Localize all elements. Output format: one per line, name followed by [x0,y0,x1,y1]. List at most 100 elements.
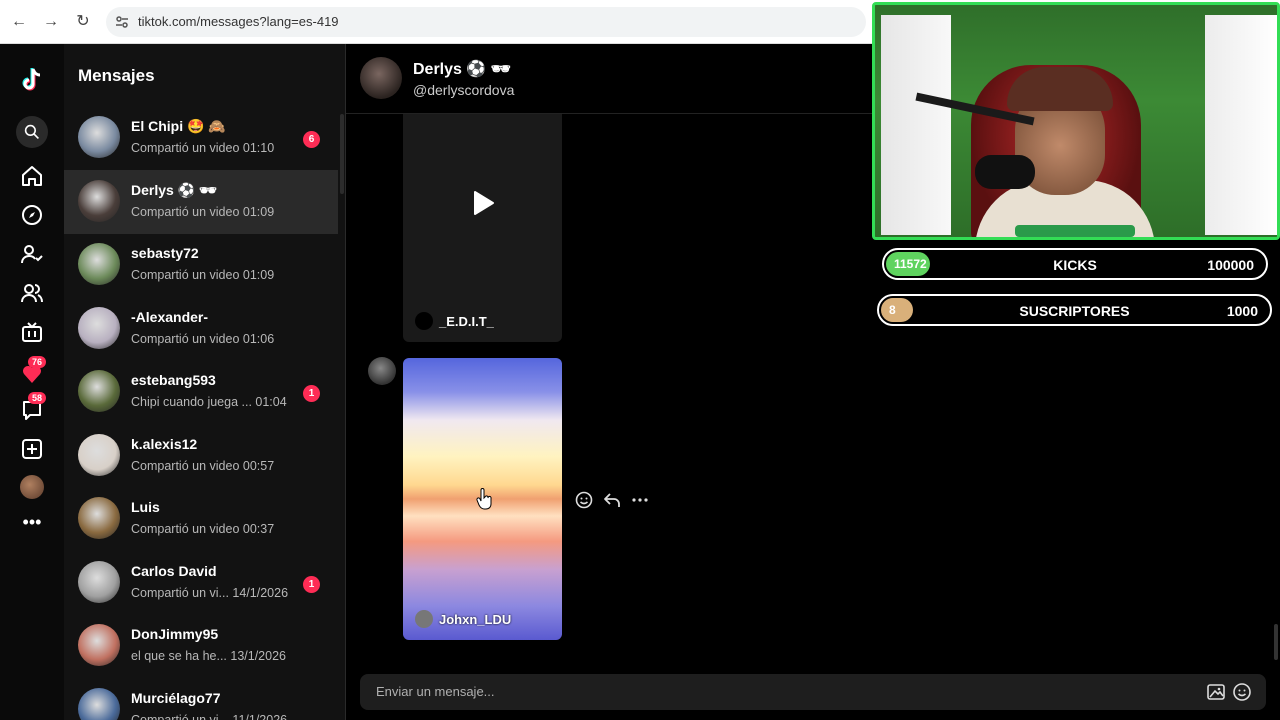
video-author-avatar [415,312,433,330]
activity-button[interactable]: 76 [20,356,47,386]
activity-badge: 76 [28,356,47,368]
image-attach-icon[interactable] [1206,682,1226,702]
message-sender-avatar[interactable] [368,357,396,385]
conversation-preview: Compartió un video 00:57 [131,459,275,473]
webcam-overlay [872,2,1280,240]
following-icon[interactable] [20,242,44,266]
home-icon[interactable] [20,164,44,188]
conversation-preview: Chipi cuando juega ... 01:04 [131,395,287,409]
subscribers-goal-label: SUSCRIPTORES [1019,303,1130,319]
inbox-button[interactable]: 58 [20,392,47,422]
conversation-name: DonJimmy95 [131,626,219,642]
conversation-name: Murciélago77 [131,690,221,706]
conversation-avatar [78,434,120,476]
conversation-name: estebang593 [131,372,216,388]
profile-avatar[interactable] [20,475,44,499]
message-actions [574,490,654,510]
explore-compass-icon[interactable] [20,203,44,227]
conversation-avatar [78,243,120,285]
emoji-icon[interactable] [1232,682,1252,702]
webcam-frame-accent [1015,225,1135,237]
conversation-name: Carlos David [131,563,217,579]
conversation-avatar [78,688,120,720]
conversation-name: sebasty72 [131,245,199,261]
conversation-item[interactable]: sebasty72 Compartió un video 01:09 [64,233,338,297]
url-text: tiktok.com/messages?lang=es-419 [138,14,339,29]
conversation-name: El Chipi 🤩 🙈 [131,118,226,134]
conversation-preview: Compartió un video 01:10 [131,141,275,155]
conversation-preview: Compartió un video 01:09 [131,205,275,219]
conversation-item[interactable]: -Alexander- Compartió un video 01:06 [64,297,338,361]
conversation-preview: el que se ha he... 13/1/2026 [131,649,286,663]
conversation-list: Mensajes El Chipi 🤩 🙈 Compartió un video … [64,44,346,720]
conversation-avatar [78,624,120,666]
conversation-preview: Compartió un video 01:06 [131,332,275,346]
forward-arrow-icon[interactable]: → [40,11,62,33]
conversation-avatar [78,116,120,158]
conversation-preview: Compartió un video 00:37 [131,522,275,536]
conversation-avatar [78,561,120,603]
video-author-avatar-2 [415,610,433,628]
more-options-icon[interactable] [630,490,650,510]
inbox-badge: 58 [28,392,47,404]
sneaker-shelf-right [1205,15,1277,235]
conversation-name: Luis [131,499,160,515]
conversation-item[interactable]: El Chipi 🤩 🙈 Compartió un video 01:10 6 [64,106,338,170]
conversation-scrollbar[interactable] [340,114,344,194]
streamer-cap [1007,67,1113,111]
friends-icon[interactable] [20,281,44,305]
conversation-avatar [78,180,120,222]
sneaker-shelf-left [881,15,951,235]
conversation-name: Derlys ⚽ 🕶 [131,182,217,198]
kicks-goal-target: 100000 [1207,257,1254,273]
address-bar[interactable]: tiktok.com/messages?lang=es-419 [106,7,866,37]
site-settings-icon[interactable] [114,14,130,30]
tiktok-logo-icon[interactable] [18,66,46,94]
react-emoji-icon[interactable] [574,490,594,510]
kicks-goal-bar: 11572 KICKS 100000 [882,248,1268,280]
unread-badge: 1 [303,385,320,402]
conversation-item[interactable]: Carlos David Compartió un vi... 14/1/2026… [64,551,338,615]
shared-video-card[interactable]: _E.D.I.T_ [403,114,562,342]
back-arrow-icon[interactable]: ← [8,11,30,33]
conversation-preview: Compartió un video 01:09 [131,268,275,282]
search-button[interactable] [16,116,48,148]
microphone [975,155,1035,189]
conversation-preview: Compartió un vi... 11/1/2026 [131,713,288,720]
subscribers-goal-target: 1000 [1226,303,1258,319]
search-icon [24,124,39,139]
message-composer[interactable]: Enviar un mensaje... [360,674,1266,710]
conversation-item[interactable]: Luis Compartió un video 00:37 [64,487,338,551]
chat-avatar[interactable] [360,57,402,99]
icon-rail: 76 58 ••• [0,44,64,720]
hand-cursor-icon [476,488,492,510]
conversation-item[interactable]: k.alexis12 Compartió un video 00:57 [64,424,338,488]
conversation-avatar [78,307,120,349]
chat-scrollbar[interactable] [1274,624,1278,660]
conversation-avatar [78,497,120,539]
chat-contact-name[interactable]: Derlys ⚽ 🕶 [413,59,511,79]
video-author-name: _E.D.I.T_ [439,314,494,329]
subscribers-goal-bar: 8 SUSCRIPTORES 1000 [877,294,1272,326]
message-input[interactable]: Enviar un mensaje... [376,684,495,699]
reply-icon[interactable] [602,490,622,510]
conversation-name: -Alexander- [131,309,209,325]
conversation-preview: Compartió un vi... 14/1/2026 [131,586,289,600]
conversation-item[interactable]: DonJimmy95 el que se ha he... 13/1/2026 [64,614,338,678]
conversation-avatar [78,370,120,412]
chat-contact-handle: @derlyscordova [413,82,515,98]
live-tv-icon[interactable] [20,320,44,344]
unread-badge: 6 [303,131,320,148]
video-author-name-2: Johxn_LDU [439,612,512,627]
play-icon[interactable] [473,190,495,216]
conversation-item[interactable]: estebang593 Chipi cuando juega ... 01:04 1 [64,360,338,424]
upload-plus-icon[interactable] [20,437,44,461]
more-icon[interactable]: ••• [20,512,44,536]
conversation-item[interactable]: Murciélago77 Compartió un vi... 11/1/2026 [64,678,338,720]
screen: ← → ↻ tiktok.com/messages?lang=es-419 76… [0,0,1280,720]
unread-badge: 1 [303,576,320,593]
reload-icon[interactable]: ↻ [72,11,94,33]
conversation-item[interactable]: Derlys ⚽ 🕶 Compartió un video 01:09 [64,170,338,234]
messages-title: Mensajes [78,66,155,85]
conversation-name: k.alexis12 [131,436,198,452]
